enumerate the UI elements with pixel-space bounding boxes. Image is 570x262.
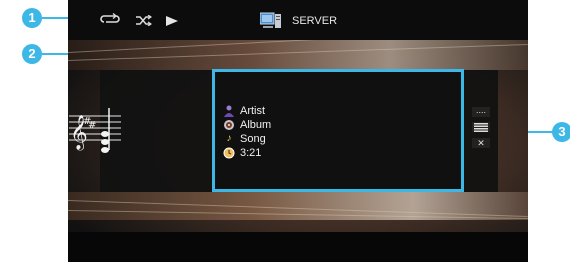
close-icon[interactable]: ✕ bbox=[472, 138, 490, 148]
album-text: Album bbox=[240, 118, 272, 131]
album-art-placeholder: 𝄞 # # bbox=[65, 102, 125, 158]
svg-text:#: # bbox=[88, 120, 96, 131]
song-row: ♪ Song bbox=[223, 132, 266, 145]
time-icon bbox=[223, 147, 235, 159]
side-controls: .... ✕ bbox=[472, 106, 498, 157]
album-row: Album bbox=[223, 118, 271, 131]
piano-background-top bbox=[68, 40, 528, 70]
song-icon: ♪ bbox=[226, 133, 232, 144]
callout-3: 3 bbox=[552, 122, 570, 142]
callout-2: 2 bbox=[22, 44, 42, 64]
artist-text: Artist bbox=[240, 104, 266, 117]
shuffle-icon[interactable] bbox=[136, 13, 153, 27]
track-info-box: Artist Album ♪ Song 3:21 bbox=[212, 69, 464, 192]
artist-icon bbox=[223, 105, 235, 117]
song-text: Song bbox=[240, 132, 266, 145]
source-indicator: SERVER bbox=[259, 12, 338, 30]
more-icon[interactable]: .... bbox=[472, 106, 490, 117]
artist-row: Artist bbox=[223, 104, 265, 117]
bottom-bar bbox=[68, 232, 528, 262]
repeat-icon[interactable] bbox=[100, 12, 122, 24]
time-text: 3:21 bbox=[240, 146, 262, 159]
list-icon[interactable] bbox=[472, 122, 490, 132]
piano-background-bottom bbox=[68, 192, 528, 220]
time-row: 3:21 bbox=[223, 146, 261, 159]
album-icon bbox=[223, 119, 235, 131]
callout-1: 1 bbox=[22, 8, 42, 28]
play-icon[interactable] bbox=[166, 13, 178, 26]
source-label: SERVER bbox=[292, 15, 338, 27]
server-icon bbox=[259, 12, 282, 30]
